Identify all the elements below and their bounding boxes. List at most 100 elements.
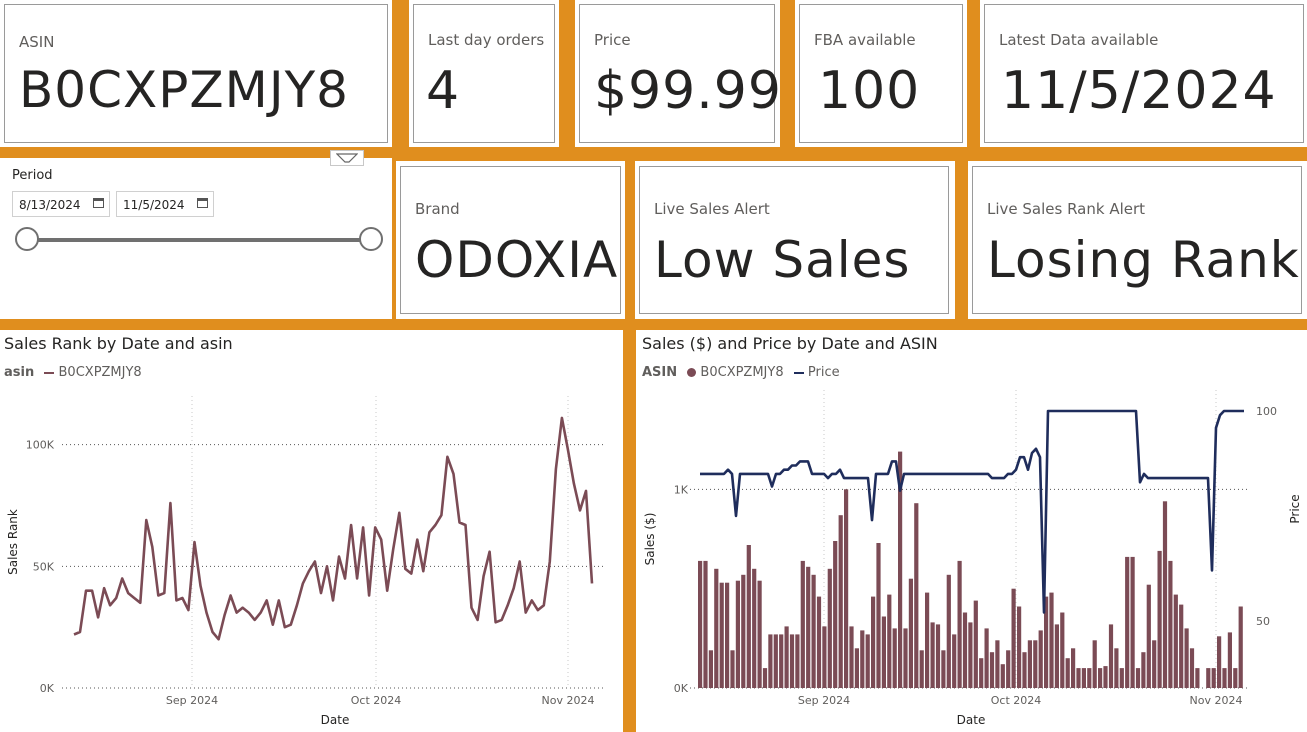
sales-bar	[1146, 584, 1151, 688]
sales-bar	[1238, 606, 1243, 688]
sales-bar	[908, 578, 913, 688]
y2-tick-label: 100	[1256, 405, 1277, 418]
sales-bar	[773, 634, 778, 688]
end-date-value: 11/5/2024	[123, 198, 185, 212]
x-tick-label: Sep 2024	[798, 694, 850, 707]
x-axis-title: Date	[957, 713, 986, 727]
sales-bar	[995, 640, 1000, 688]
sales-bar	[941, 650, 946, 688]
sales-bar	[1211, 668, 1216, 688]
sales-bar	[719, 582, 724, 688]
sales-bar	[811, 574, 816, 688]
sales-bar	[1027, 640, 1032, 688]
brand-tile: Brand ODOXIA	[396, 161, 625, 319]
rank-alert-label: Live Sales Rank Alert	[987, 200, 1146, 218]
sales-bar	[1168, 560, 1173, 688]
y-axis-title: Sales Rank	[6, 509, 20, 575]
y-tick-label: 0K	[40, 682, 55, 695]
kpi-value: B0CXPZMJY8	[19, 61, 349, 119]
sales-bar	[1011, 588, 1016, 688]
sales-bar	[914, 503, 919, 688]
sales-bar	[725, 582, 730, 688]
x-axis-title: Date	[321, 713, 350, 727]
kpi-value: 100	[818, 61, 921, 121]
sales-bar	[946, 574, 951, 688]
calendar-icon[interactable]	[197, 198, 208, 208]
sales-bar	[989, 652, 995, 688]
kpi-tile-latest-data: Latest Data available 11/5/2024	[980, 0, 1307, 147]
sales-bar	[762, 668, 768, 688]
sales-bar	[703, 560, 708, 688]
sales-bar	[1076, 668, 1081, 688]
kpi-card-price: Price $99.99	[579, 4, 781, 143]
sales-bar	[806, 566, 811, 688]
sales-bar	[822, 626, 827, 688]
sales-rank-plot: 0K 50K 100K Sep 2024 Oct 2024 Nov 2024 Date Sal…	[6, 396, 604, 727]
sales-alert-label: Live Sales Alert	[654, 200, 770, 218]
sales-bar	[1006, 650, 1011, 688]
start-date-input[interactable]: 8/13/2024	[12, 191, 110, 217]
sales-bar	[925, 592, 930, 688]
sales-bar	[827, 568, 832, 688]
sales-bar	[708, 650, 713, 688]
x-tick-label: Sep 2024	[166, 694, 218, 707]
sales-bar	[1125, 556, 1130, 688]
sales-bar	[957, 560, 962, 688]
slider-track[interactable]	[28, 238, 372, 242]
kpi-card-asin: ASIN B0CXPZMJY8	[4, 4, 388, 143]
sales-bar	[887, 594, 892, 688]
sales-bar	[1217, 636, 1222, 688]
sales-bar	[735, 580, 740, 688]
end-date-input[interactable]: 11/5/2024	[116, 191, 214, 217]
kpi-tile-price: Price $99.99	[575, 0, 781, 147]
calendar-icon[interactable]	[93, 198, 104, 208]
sales-bar	[876, 543, 881, 688]
sales-bar	[1060, 612, 1065, 688]
sales-bar	[795, 634, 800, 688]
sales-bar	[1000, 664, 1005, 688]
period-slicer: Period 8/13/2024 11/5/2024	[0, 150, 392, 319]
sales-bar	[984, 628, 989, 688]
sales-bar	[1022, 652, 1027, 688]
brand-value: ODOXIA	[415, 231, 619, 289]
kpi-card-fba: FBA available 100	[799, 4, 963, 143]
sales-bar	[1065, 658, 1070, 688]
kpi-label: FBA available	[814, 31, 916, 49]
sales-bar	[871, 596, 876, 688]
filter-icon	[336, 153, 358, 163]
sales-bar	[930, 622, 935, 688]
y-axis-title: Sales ($)	[643, 513, 657, 566]
sales-bar	[746, 545, 751, 688]
sales-bar	[1173, 594, 1178, 688]
slider-handle-end[interactable]	[359, 227, 383, 251]
sales-bar	[1119, 668, 1124, 688]
sales-bar	[968, 622, 973, 688]
brand-card: Brand ODOXIA	[400, 166, 621, 314]
sales-bar	[979, 658, 984, 688]
kpi-label: Latest Data available	[999, 31, 1159, 49]
y-tick-label: 100K	[26, 439, 55, 452]
sales-bar	[789, 634, 795, 688]
sales-bar	[816, 596, 822, 688]
rank-alert-value: Losing Rank	[987, 231, 1300, 289]
sales-bar	[1130, 556, 1135, 688]
sales-alert-value: Low Sales	[654, 231, 911, 289]
slider-handle-start[interactable]	[15, 227, 39, 251]
x-tick-label: Nov 2024	[1190, 694, 1243, 707]
sales-bar	[935, 624, 941, 688]
y2-tick-label: 50	[1256, 615, 1270, 628]
sales-bar	[1184, 628, 1189, 688]
filter-tab[interactable]	[330, 150, 364, 166]
sales-bar	[865, 634, 870, 688]
sales-bar	[784, 626, 789, 688]
kpi-label: ASIN	[19, 33, 55, 51]
y-tick-label: 50K	[33, 560, 55, 573]
sales-alert-card: Live Sales Alert Low Sales	[639, 166, 949, 314]
kpi-label: Price	[594, 31, 631, 49]
x-tick-label: Nov 2024	[542, 694, 595, 707]
sales-bar	[1227, 632, 1232, 688]
kpi-card-latest-data: Latest Data available 11/5/2024	[984, 4, 1304, 143]
sales-price-chart: Sales ($) and Price by Date and ASIN ASI…	[636, 330, 1307, 732]
sales-bar	[903, 628, 908, 688]
sales-bar	[1049, 592, 1054, 688]
